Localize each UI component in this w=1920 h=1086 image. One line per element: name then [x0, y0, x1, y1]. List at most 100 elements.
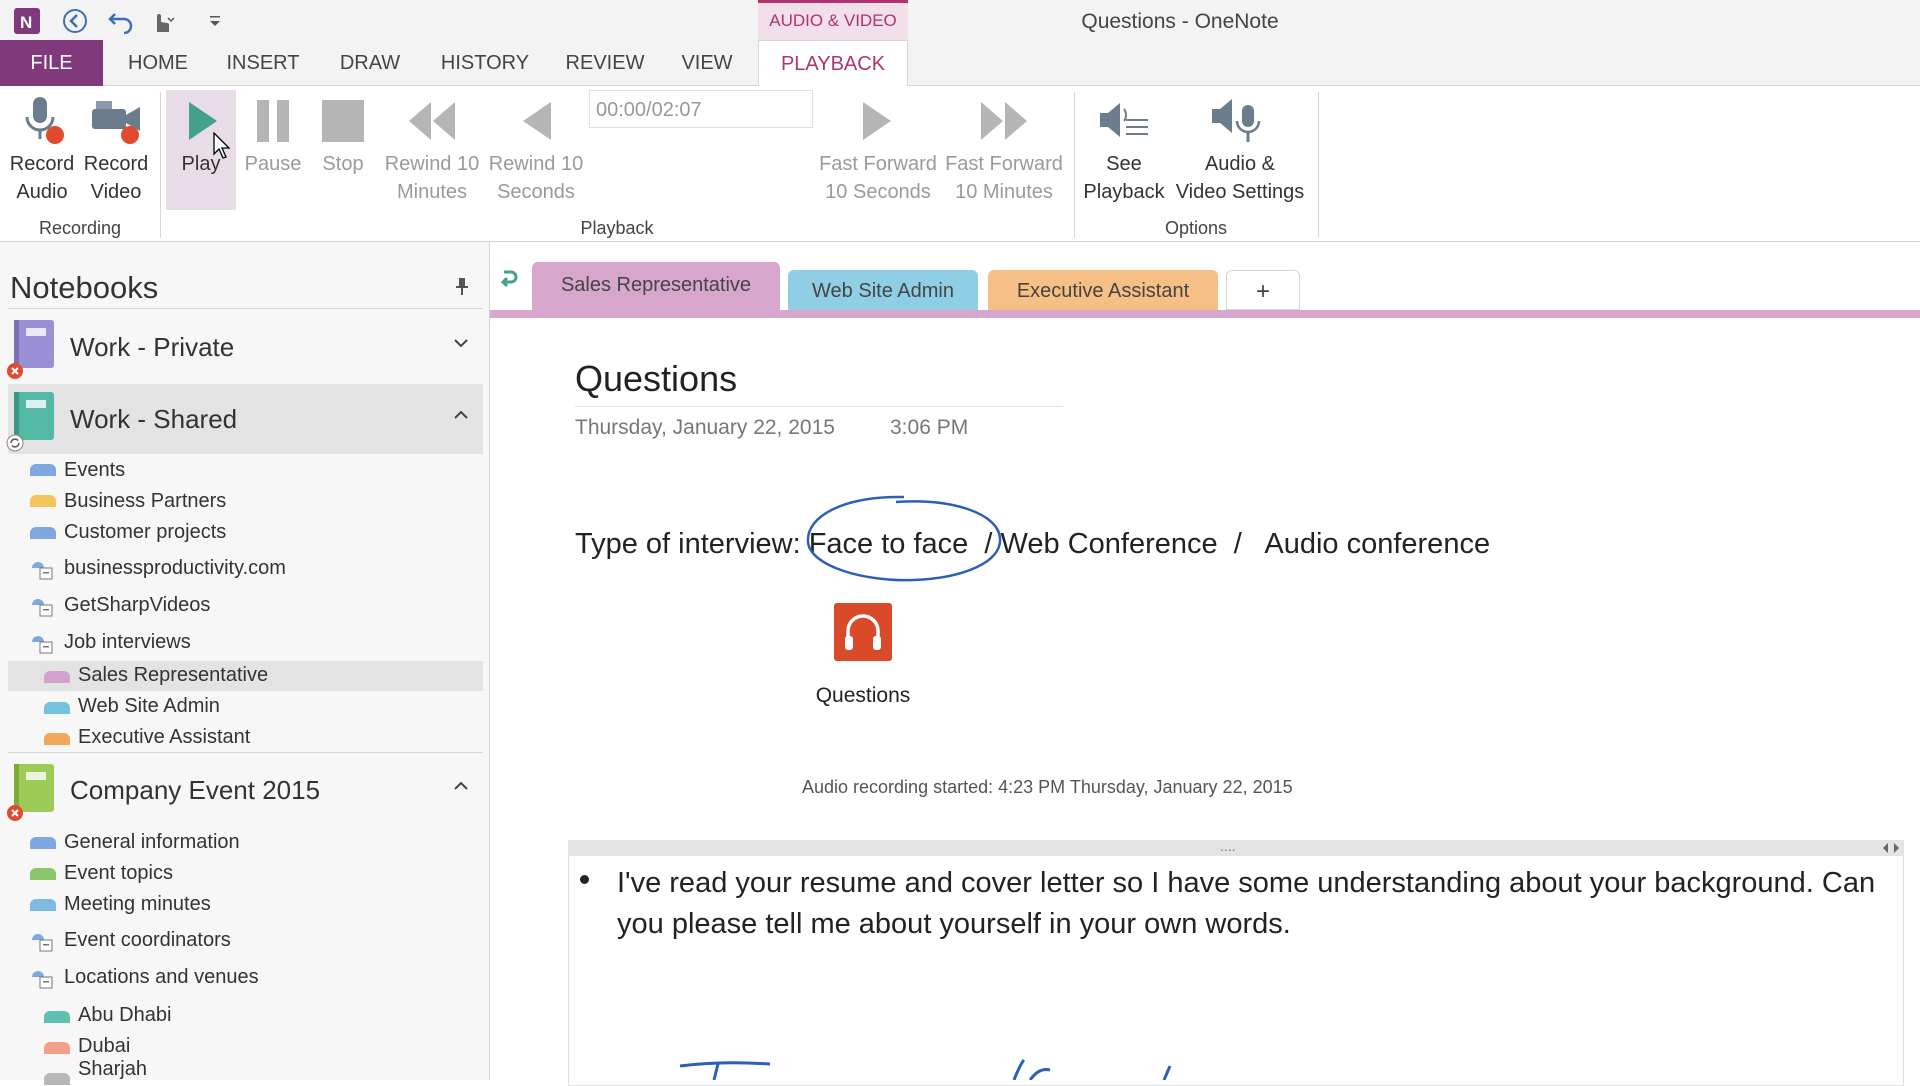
- rewind-icon: [482, 92, 590, 150]
- stop-button[interactable]: Stop: [308, 92, 378, 178]
- section-events[interactable]: Events: [64, 459, 125, 482]
- section-group-icon: [30, 634, 54, 654]
- fast-forward-10-minutes-label-2: 10 Minutes: [955, 181, 1053, 203]
- tab-history[interactable]: HISTORY: [432, 40, 538, 86]
- ink-circle-annotation[interactable]: [804, 494, 1004, 584]
- tab-review[interactable]: REVIEW: [558, 40, 652, 86]
- tab-insert[interactable]: INSERT: [218, 40, 308, 86]
- tab-draw[interactable]: DRAW: [328, 40, 412, 86]
- sync-icon: [6, 434, 24, 457]
- speaker-microphone-icon: [1168, 92, 1312, 150]
- page-title[interactable]: Questions: [575, 358, 737, 400]
- rewind-double-icon: [376, 92, 488, 150]
- audio-video-settings-label-1: Audio &: [1204, 153, 1276, 175]
- section-group-job-interviews[interactable]: Job interviews: [64, 631, 191, 654]
- chevron-down-icon[interactable]: [452, 334, 470, 355]
- navigate-back-icon[interactable]: [498, 268, 518, 297]
- section-business-partners[interactable]: Business Partners: [64, 490, 226, 513]
- audio-video-settings-button[interactable]: Audio & Video Settings: [1168, 92, 1312, 206]
- section-abu-dhabi[interactable]: Abu Dhabi: [78, 1004, 171, 1027]
- section-group-icon: [30, 932, 54, 952]
- section-meeting-minutes[interactable]: Meeting minutes: [64, 893, 211, 916]
- rewind-10-seconds-button[interactable]: Rewind 10 Seconds: [482, 92, 590, 206]
- section-icon: [44, 1042, 70, 1054]
- audio-file-caption: Questions: [815, 684, 911, 707]
- fast-forward-10-minutes-label-1: Fast Forward: [945, 153, 1063, 175]
- record-video-button[interactable]: Record Video: [78, 92, 154, 206]
- section-icon: [44, 702, 70, 714]
- speaker-list-icon: [1080, 92, 1168, 150]
- page-date: Thursday, January 22, 2015: [575, 416, 835, 439]
- section-group-locations-and-venues[interactable]: Locations and venues: [64, 966, 259, 989]
- section-group-icon: [30, 560, 54, 580]
- section-dubai[interactable]: Dubai: [78, 1035, 130, 1058]
- playback-time-display: 00:00/02:07: [589, 90, 813, 128]
- fast-forward-double-icon: [940, 92, 1068, 150]
- video-camera-record-icon: [78, 92, 154, 150]
- audio-video-settings-label-2: Video Settings: [1175, 181, 1305, 203]
- group-label-recording: Recording: [38, 218, 122, 238]
- sync-error-icon: [6, 804, 24, 827]
- pause-button[interactable]: Pause: [238, 92, 308, 178]
- rewind-10-minutes-button[interactable]: Rewind 10 Minutes: [376, 92, 488, 206]
- chevron-up-icon[interactable]: [452, 777, 470, 798]
- tab-home[interactable]: HOME: [118, 40, 198, 86]
- chevron-up-icon[interactable]: [452, 406, 470, 427]
- section-general-information[interactable]: General information: [64, 831, 240, 854]
- pin-icon[interactable]: [454, 276, 470, 301]
- section-sharjah[interactable]: Sharjah: [78, 1058, 147, 1081]
- record-audio-button[interactable]: Record Audio: [4, 92, 80, 206]
- bullet-question-text[interactable]: I've read your resume and cover letter s…: [617, 863, 1897, 945]
- section-icon: [44, 733, 70, 745]
- see-playback-button[interactable]: See Playback: [1080, 92, 1168, 206]
- record-video-label-1: Record: [83, 153, 149, 175]
- add-section-button[interactable]: +: [1226, 270, 1300, 310]
- recording-started-text: Audio recording started: 4:23 PM Thursda…: [802, 777, 1293, 797]
- stop-icon: [308, 92, 378, 150]
- section-icon: [30, 495, 56, 507]
- page-time: 3:06 PM: [890, 416, 969, 439]
- container-move-grip[interactable]: ....: [1220, 838, 1236, 854]
- section-executive-assistant[interactable]: Executive Assistant: [78, 726, 250, 749]
- see-playback-label-2: Playback: [1083, 181, 1165, 203]
- tab-file[interactable]: FILE: [0, 40, 103, 86]
- section-tab-executive-assistant[interactable]: Executive Assistant: [988, 270, 1218, 310]
- section-group-icon: [30, 969, 54, 989]
- fast-forward-10-seconds-button[interactable]: Fast Forward 10 Seconds: [814, 92, 942, 206]
- fast-forward-10-seconds-label-2: 10 Seconds: [825, 181, 931, 203]
- record-audio-label-1: Record: [9, 153, 75, 175]
- note-container-handle[interactable]: [568, 840, 1904, 856]
- section-group-icon: [30, 597, 54, 617]
- rewind-10-seconds-label-1: Rewind 10: [488, 153, 584, 175]
- pause-icon: [238, 92, 308, 150]
- section-group-event-coordinators[interactable]: Event coordinators: [64, 929, 231, 952]
- section-color-strip: [490, 310, 1920, 318]
- pause-label: Pause: [244, 153, 302, 175]
- tab-view[interactable]: VIEW: [672, 40, 742, 86]
- section-customer-projects[interactable]: Customer projects: [64, 521, 226, 544]
- section-group-businessproductivity[interactable]: businessproductivity.com: [64, 557, 286, 580]
- sync-error-icon: [6, 362, 24, 385]
- notebook-label: Work - Shared: [70, 404, 238, 434]
- handwritten-ink-annotation[interactable]: [670, 1058, 1210, 1080]
- section-icon: [30, 837, 56, 849]
- group-label-playback: Playback: [580, 218, 654, 238]
- bullet-point: [580, 875, 589, 884]
- mouse-cursor-icon: [213, 131, 231, 165]
- fast-forward-10-minutes-button[interactable]: Fast Forward 10 Minutes: [940, 92, 1068, 206]
- record-video-label-2: Video: [90, 181, 142, 203]
- tab-playback[interactable]: PLAYBACK: [758, 40, 908, 87]
- rewind-10-seconds-label-2: Seconds: [497, 181, 575, 203]
- interview-type-text[interactable]: Type of interview: Face to face / Web Co…: [575, 528, 1490, 561]
- ribbon-separator: [1318, 92, 1319, 238]
- divider: [8, 308, 483, 309]
- section-sales-representative[interactable]: Sales Representative: [78, 664, 268, 687]
- section-group-getsharpvideos[interactable]: GetSharpVideos: [64, 594, 210, 617]
- section-icon: [30, 464, 56, 476]
- nav-title: Notebooks: [10, 270, 159, 305]
- section-web-site-admin[interactable]: Web Site Admin: [78, 695, 220, 718]
- audio-file-headphones-icon[interactable]: [834, 603, 892, 661]
- section-tab-web-site-admin[interactable]: Web Site Admin: [788, 270, 978, 310]
- section-tab-sales-representative[interactable]: Sales Representative: [532, 262, 780, 310]
- section-event-topics[interactable]: Event topics: [64, 862, 173, 885]
